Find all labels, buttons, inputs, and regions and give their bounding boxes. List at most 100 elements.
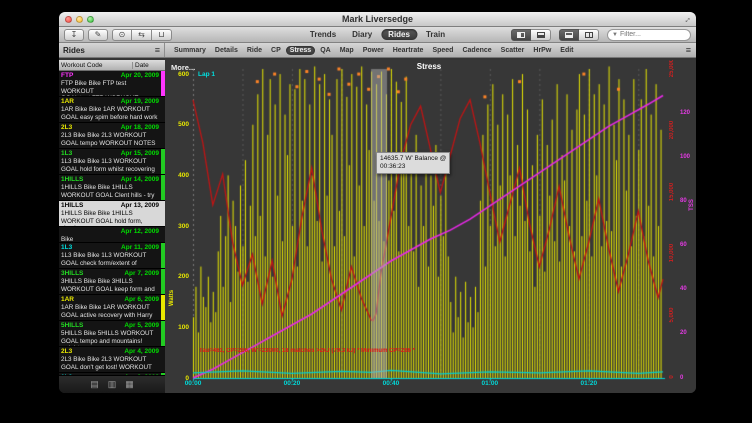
ride-row[interactable]: 2L3Apr 4, 20092L3 Bike Bike 2L3 WORKOUTG… <box>59 347 165 373</box>
tab-qa[interactable]: QA <box>316 46 335 55</box>
tss-tick: 0 <box>680 375 694 381</box>
minimize-window-button[interactable] <box>76 16 83 23</box>
watts-axis-title: Watts <box>169 290 175 306</box>
sidebar-toggle-button[interactable] <box>511 29 531 41</box>
watts-tick: 300 <box>165 223 189 230</box>
app-window: Mark Liversedge ↔ ↧ ✎ ⊙ ⇆ ⊔ Trends Diary… <box>59 12 696 393</box>
folder-icon[interactable]: ▥ <box>108 380 117 389</box>
tab-ride[interactable]: Ride <box>243 46 266 55</box>
ride-row[interactable]: FTPApr 20, 2009FTP Bike Bike FTP test WO… <box>59 71 165 97</box>
ride-list: FTPApr 20, 2009FTP Bike Bike FTP test WO… <box>59 71 165 375</box>
view-tab-trends[interactable]: Trends <box>303 29 343 40</box>
watts-tick: 600 <box>165 71 189 78</box>
chart-canvas[interactable] <box>165 60 696 393</box>
sidebar-header: Rides ≡ <box>59 43 165 57</box>
bottombar-toggle-button[interactable] <box>531 29 551 41</box>
sidebar-icon <box>517 32 525 38</box>
chart-tabs: Summary Details Ride CP Stress QA Map Po… <box>165 43 681 57</box>
download-button[interactable]: ↧ <box>64 29 84 41</box>
wbal-tick: 10,000 <box>669 240 675 266</box>
split-icon: ⇆ <box>138 30 145 39</box>
lap-marker: Lap 1 <box>198 71 215 78</box>
ride-row[interactable]: 1ARApr 6, 20091AR Bike Bike 1AR WORKOUTG… <box>59 295 165 321</box>
titlebar[interactable]: Mark Liversedge ↔ <box>59 12 696 27</box>
ride-row[interactable]: 1ARApr 19, 20091AR Bike Bike 1AR WORKOUT… <box>59 97 165 123</box>
tss-tick: 120 <box>680 110 694 116</box>
ride-sidebar: Workout Code Date FTPApr 20, 2009FTP Bik… <box>59 60 165 393</box>
view-tab-train[interactable]: Train <box>419 29 452 40</box>
sidebar-menu-icon[interactable]: ≡ <box>155 45 160 55</box>
tab-heartrate[interactable]: Heartrate <box>389 46 428 55</box>
watts-tick: 500 <box>165 121 189 128</box>
tab-map[interactable]: Map <box>336 46 358 55</box>
wbal-tick: 15,000 <box>669 179 675 205</box>
filter-box: ▼ <box>607 29 691 41</box>
single-view-button[interactable] <box>559 29 579 41</box>
time-tick: 00:20 <box>279 380 305 387</box>
sidebar-title: Rides <box>63 46 85 55</box>
desktop: Mark Liversedge ↔ ↧ ✎ ⊙ ⇆ ⊔ Trends Diary… <box>0 0 752 423</box>
ride-row[interactable]: 3HILLSApr 7, 20093HILLS Bike Bike 3HILLS… <box>59 269 165 295</box>
tss-tick: 20 <box>680 330 694 336</box>
view-tab-diary[interactable]: Diary <box>345 29 379 40</box>
chart-tabbar: Rides ≡ Summary Details Ride CP Stress Q… <box>59 43 696 58</box>
tiled-view-icon <box>585 32 593 38</box>
chart-tooltip: 14635.7 W' Balance @ 00:36:23 <box>376 152 450 174</box>
stopwatch-icon: ⊙ <box>119 30 126 39</box>
wbal-tick: 5,000 <box>669 302 675 328</box>
stress-chart: More... Stress Lap 1 0100200300400500600… <box>165 60 696 393</box>
tab-hrpw[interactable]: HrPw <box>529 46 555 55</box>
bottombar-icon <box>537 32 545 38</box>
tab-scatter[interactable]: Scatter <box>497 46 529 55</box>
tiled-view-button[interactable] <box>579 29 599 41</box>
tss-tick: 100 <box>680 154 694 160</box>
wbal-tick: 25,000 <box>669 60 675 81</box>
ride-row-selected[interactable]: 1HILLSApr 13, 20091HILLS Bike Bike 1HILL… <box>59 201 165 227</box>
zoom-window-button[interactable] <box>87 16 94 23</box>
tooltip-value: 14635.7 W' Balance @ <box>380 155 446 163</box>
calendar-icon[interactable]: ▦ <box>125 380 134 389</box>
time-tick: 00:40 <box>378 380 404 387</box>
cp-annotation: Tau=461, CP=286, W'=23000, 18 matches >2… <box>199 348 415 354</box>
stopwatch-button[interactable]: ⊙ <box>112 29 132 41</box>
column-workout-code[interactable]: Workout Code <box>59 62 133 69</box>
tss-axis-title: TSS <box>689 199 695 211</box>
ride-row[interactable]: Apr 12, 2009Bike <box>59 227 165 243</box>
edit-icon: ✎ <box>95 30 102 39</box>
window-title: Mark Liversedge <box>59 12 696 26</box>
ride-row[interactable]: 5HILLSApr 5, 20095HILLS Bike 5HILLS WORK… <box>59 321 165 347</box>
ride-row[interactable]: 1L3Apr 11, 20091L3 Bike Bike 1L3 WORKOUT… <box>59 243 165 269</box>
tab-stress[interactable]: Stress <box>286 46 315 55</box>
list-header[interactable]: Workout Code Date <box>59 60 165 71</box>
ride-row[interactable]: 1L3Apr 3, 2009 <box>59 373 165 375</box>
tab-cadence[interactable]: Cadence <box>458 46 495 55</box>
ride-row[interactable]: 2L3Apr 18, 20092L3 Bike Bike 2L3 WORKOUT… <box>59 123 165 149</box>
funnel-icon: ▼ <box>612 32 618 38</box>
ride-row[interactable]: 1HILLSApr 14, 20091HILLS Bike Bike 1HILL… <box>59 175 165 201</box>
tab-speed[interactable]: Speed <box>428 46 457 55</box>
trash-icon: ⊔ <box>158 30 164 39</box>
ride-row[interactable]: 1L3Apr 15, 20091L3 Bike Bike 1L3 WORKOUT… <box>59 149 165 175</box>
time-tick: 01:20 <box>576 380 602 387</box>
view-switcher: Trends Diary Rides Train <box>303 29 452 40</box>
chart-menu-icon[interactable]: ≡ <box>686 45 691 55</box>
tab-power[interactable]: Power <box>359 46 388 55</box>
tss-tick: 60 <box>680 242 694 248</box>
tab-cp[interactable]: CP <box>267 46 285 55</box>
wbal-tick: 20,000 <box>669 117 675 143</box>
tab-edit[interactable]: Edit <box>556 46 577 55</box>
manual-entry-button[interactable]: ✎ <box>88 29 108 41</box>
split-ride-button[interactable]: ⇆ <box>132 29 152 41</box>
tss-tick: 40 <box>680 286 694 292</box>
view-tab-rides[interactable]: Rides <box>381 29 417 40</box>
close-window-button[interactable] <box>65 16 72 23</box>
delete-ride-button[interactable]: ⊔ <box>152 29 172 41</box>
tab-summary[interactable]: Summary <box>170 46 210 55</box>
grid-view-icon[interactable]: ▤ <box>90 380 99 389</box>
chart-title: Stress <box>193 62 665 71</box>
tab-details[interactable]: Details <box>211 46 242 55</box>
main-toolbar: ↧ ✎ ⊙ ⇆ ⊔ Trends Diary Rides Train <box>59 27 696 43</box>
column-date[interactable]: Date <box>133 62 165 69</box>
single-view-icon <box>565 32 573 38</box>
filter-input[interactable] <box>620 31 680 38</box>
